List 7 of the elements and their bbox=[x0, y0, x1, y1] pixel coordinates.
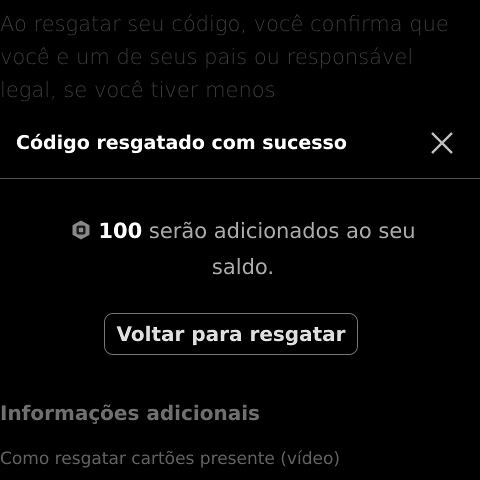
background-paragraph: Ao resgatar seu código, você confirma que você e um de seus pais ou responsável legal, se você tiver menos bbox=[0, 11, 450, 104]
coin-icon bbox=[70, 219, 92, 241]
section-heading: Informações adicionais bbox=[0, 401, 261, 425]
close-icon[interactable] bbox=[430, 131, 454, 155]
dialog-title: Código resgatado com sucesso bbox=[16, 132, 347, 154]
back-to-redeem-button[interactable]: Voltar para resgatar bbox=[104, 313, 358, 355]
reward-message: 100 serão adicionados ao seu saldo. bbox=[46, 213, 440, 285]
